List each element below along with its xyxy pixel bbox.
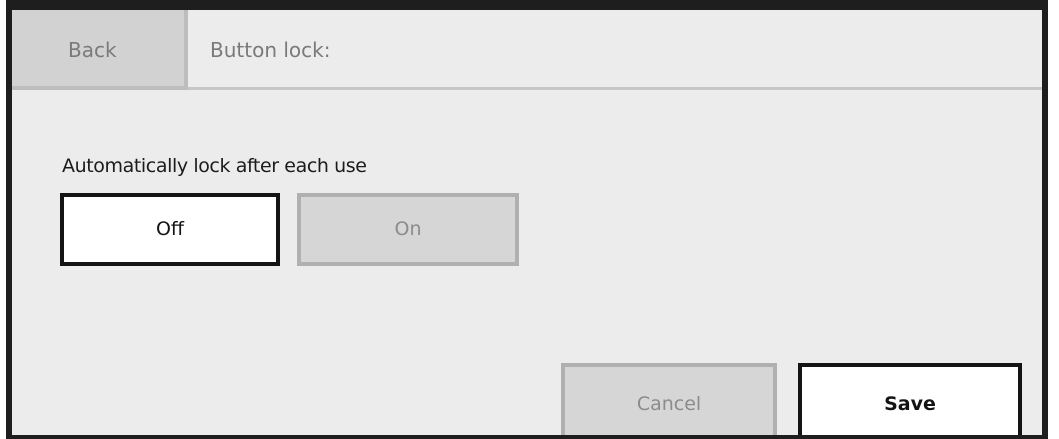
device-frame: Back Button lock: Automatically lock aft… <box>0 0 1059 439</box>
save-button[interactable]: Save <box>798 363 1022 435</box>
on-toggle-label: On <box>394 218 422 240</box>
settings-screen: Back Button lock: Automatically lock aft… <box>6 0 1048 439</box>
back-button[interactable]: Back <box>12 10 188 90</box>
save-button-label: Save <box>884 393 936 415</box>
auto-lock-label: Automatically lock after each use <box>62 155 367 177</box>
cancel-button[interactable]: Cancel <box>561 363 777 435</box>
header-bar: Back Button lock: <box>12 10 1042 90</box>
page-title: Button lock: <box>210 38 331 62</box>
on-toggle-button[interactable]: On <box>297 193 519 266</box>
off-toggle-button[interactable]: Off <box>60 193 280 266</box>
cancel-button-label: Cancel <box>636 393 702 415</box>
back-button-label: Back <box>68 38 117 62</box>
off-toggle-label: Off <box>155 218 185 240</box>
